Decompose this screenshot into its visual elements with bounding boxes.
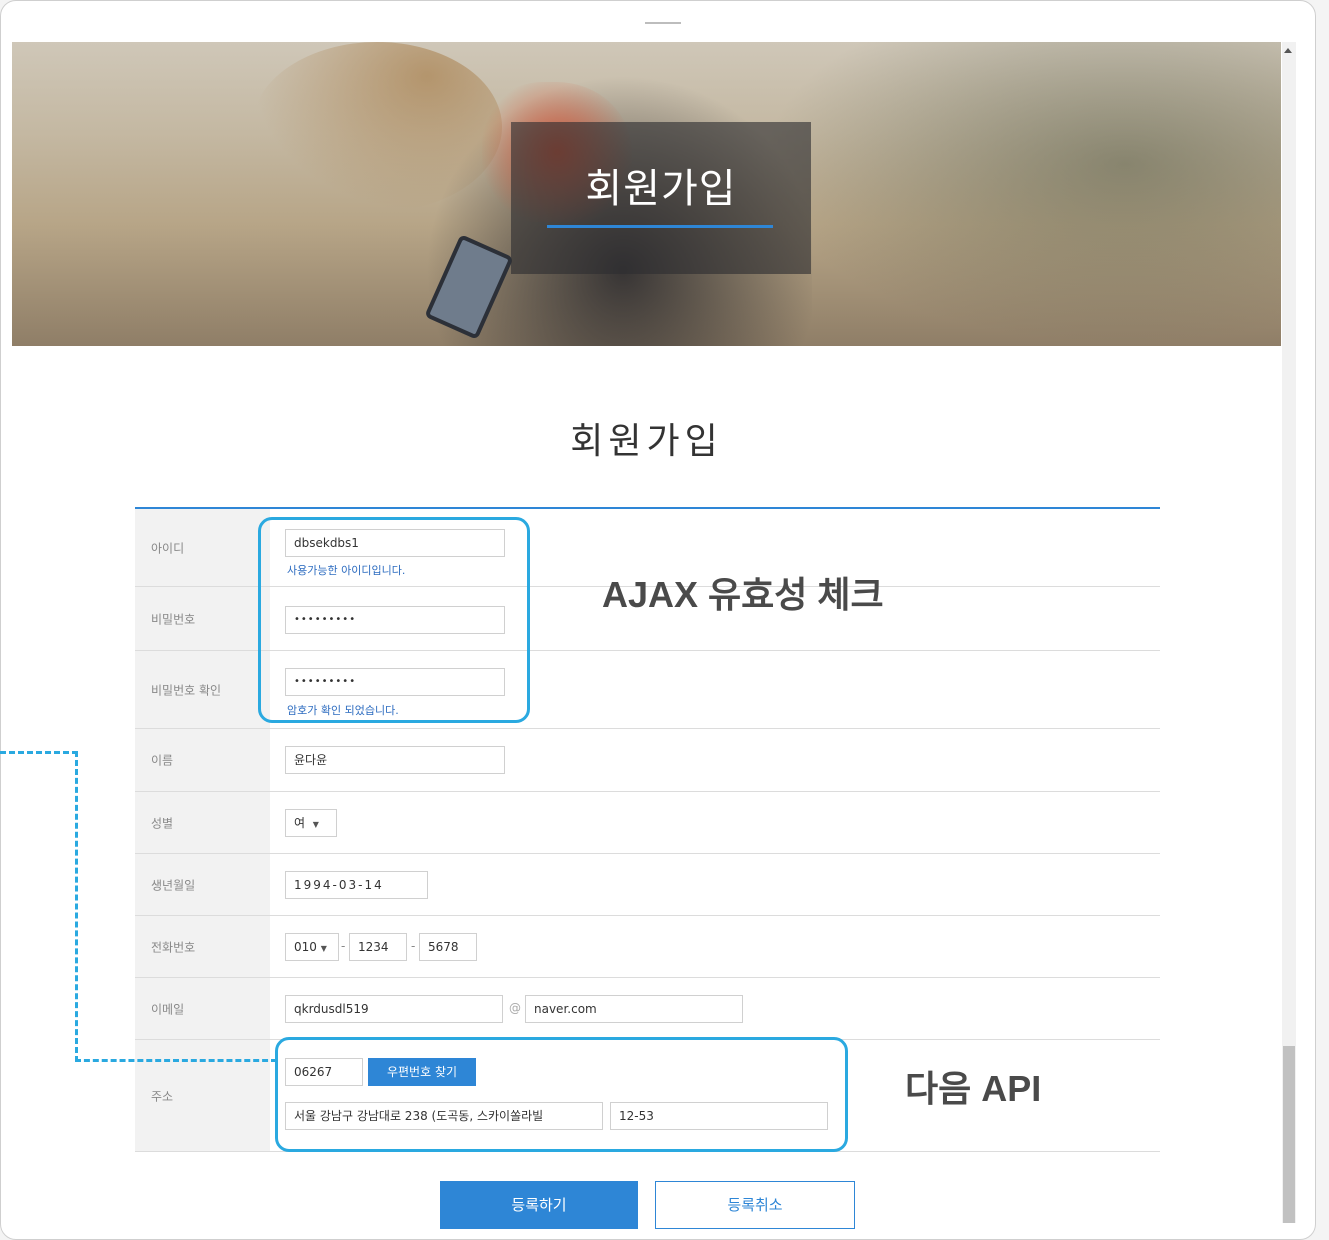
label-cell: 성별 bbox=[135, 792, 270, 853]
email-local-input[interactable]: qkrdusdl519 bbox=[285, 995, 503, 1023]
drag-handle[interactable] bbox=[645, 22, 681, 24]
gender-value: 여 bbox=[294, 816, 306, 830]
ajax-callout-box bbox=[258, 517, 530, 723]
email-at-sign: @ bbox=[509, 1001, 521, 1015]
scroll-up-arrow-icon[interactable] bbox=[1284, 48, 1292, 53]
hero-banner: 회원가입 bbox=[12, 42, 1281, 346]
page-title: 회원가입 bbox=[570, 421, 723, 462]
gender-select[interactable]: 여 ▼ bbox=[285, 809, 337, 837]
dashed-connector-bottom bbox=[75, 1059, 277, 1062]
phone-middle-input[interactable]: 1234 bbox=[349, 933, 407, 961]
label-cell: 이메일 bbox=[135, 978, 270, 1039]
label-cell: 비밀번호 bbox=[135, 587, 270, 650]
label-cell: 주소 bbox=[135, 1040, 270, 1151]
dashed-connector-top bbox=[0, 751, 78, 754]
password-label: 비밀번호 bbox=[151, 612, 196, 626]
cancel-button[interactable]: 등록취소 bbox=[655, 1181, 855, 1229]
password-confirm-label: 비밀번호 확인 bbox=[151, 683, 222, 697]
register-button[interactable]: 등록하기 bbox=[440, 1181, 638, 1229]
phone-prefix-select[interactable]: 010 ▼ bbox=[285, 933, 339, 961]
phone-label: 전화번호 bbox=[151, 940, 196, 954]
label-cell: 비밀번호 확인 bbox=[135, 651, 270, 728]
dashed-connector-vertical bbox=[75, 751, 78, 1062]
api-annotation: 다음 API bbox=[905, 1068, 1042, 1109]
name-label: 이름 bbox=[151, 753, 174, 768]
api-callout-box bbox=[275, 1037, 848, 1152]
phone-last-input[interactable]: 5678 bbox=[419, 933, 477, 961]
id-label: 아이디 bbox=[151, 541, 185, 555]
label-cell: 전화번호 bbox=[135, 916, 270, 977]
hero-background bbox=[761, 42, 1281, 346]
phone-separator: - bbox=[341, 939, 346, 953]
chevron-down-icon: ▼ bbox=[312, 820, 319, 829]
hero-title-box: 회원가입 bbox=[511, 122, 811, 274]
email-label: 이메일 bbox=[151, 1002, 185, 1016]
hero-title: 회원가입 bbox=[585, 166, 737, 212]
chevron-down-icon: ▼ bbox=[320, 944, 327, 953]
phone-separator: - bbox=[411, 939, 416, 953]
label-cell: 이름 bbox=[135, 729, 270, 791]
email-domain-input[interactable]: naver.com bbox=[525, 995, 743, 1023]
name-input[interactable]: 윤다윤 bbox=[285, 746, 505, 774]
label-cell: 생년월일 bbox=[135, 854, 270, 915]
ajax-annotation: AJAX 유효성 체크 bbox=[602, 574, 884, 615]
label-cell: 아이디 bbox=[135, 509, 270, 586]
phone-prefix-value: 010 bbox=[294, 940, 317, 954]
hero-title-underline bbox=[547, 225, 773, 228]
birth-label: 생년월일 bbox=[151, 878, 196, 892]
scrollbar-thumb[interactable] bbox=[1283, 1046, 1295, 1223]
birth-date-input[interactable]: 1994-03-14 bbox=[285, 871, 428, 899]
address-label: 주소 bbox=[151, 1089, 174, 1103]
gender-label: 성별 bbox=[151, 816, 174, 830]
